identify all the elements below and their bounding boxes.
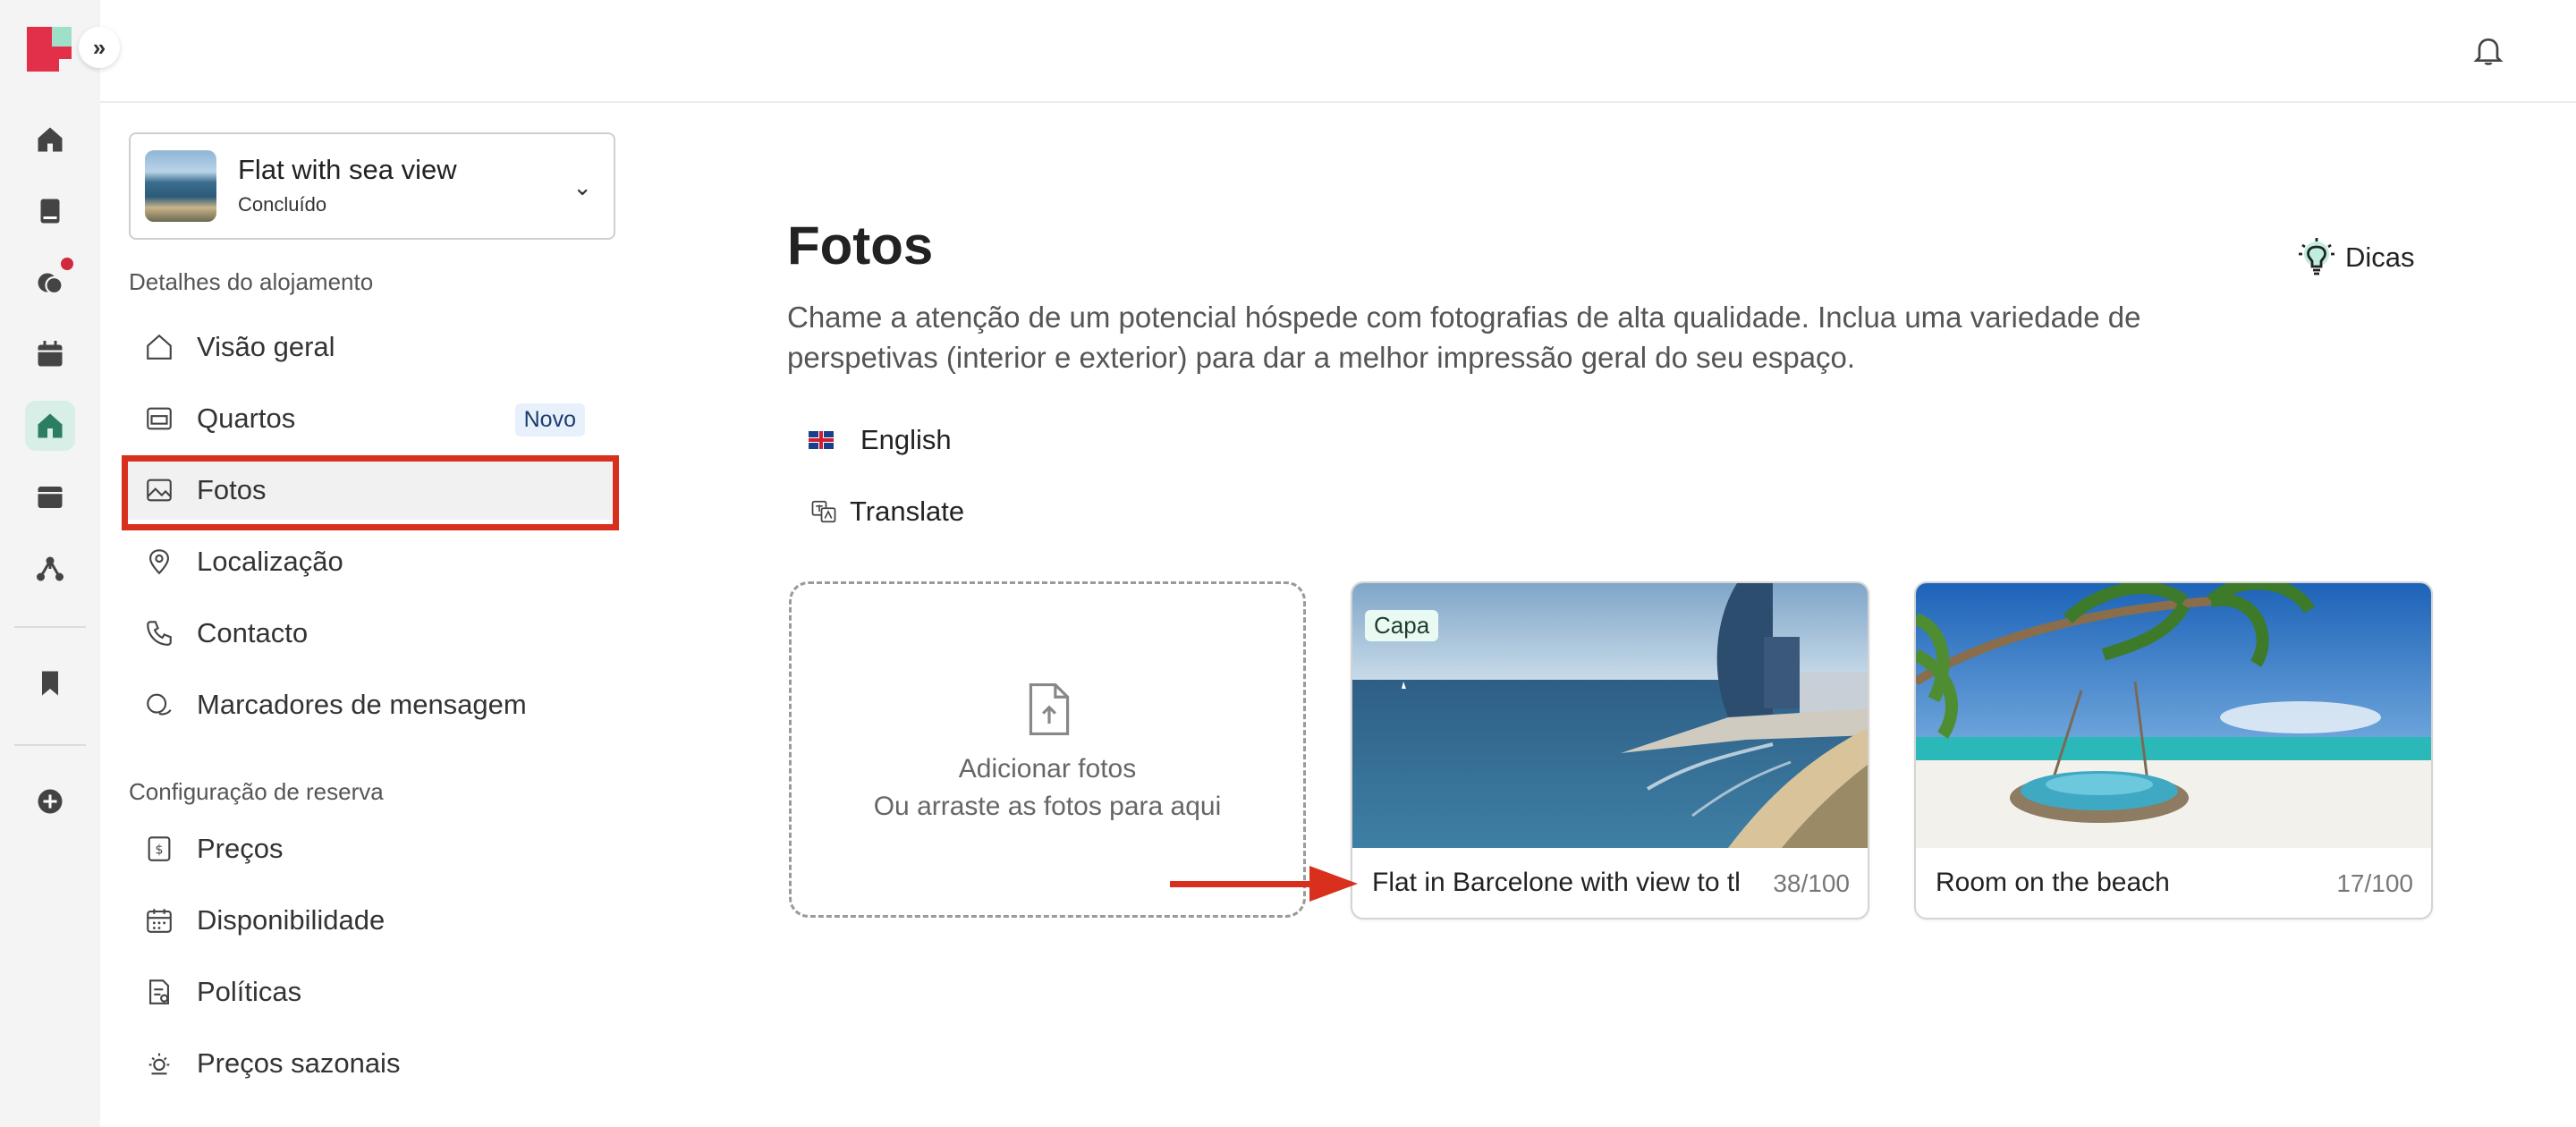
house-icon [143,331,175,363]
photo-card[interactable]: Room on the beach 17/100 [1914,581,2433,919]
upload-subtitle: Ou arraste as fotos para aqui [873,792,1222,821]
browser-window-icon[interactable] [25,472,75,522]
sidebar-item-label: Políticas [197,976,302,1007]
photo-caption[interactable]: Flat in Barcelone with view to the sea [1372,868,1739,898]
property-icon[interactable] [25,401,75,451]
policy-document-icon [143,976,175,1008]
property-selector[interactable]: Flat with sea view Concluído ⌄ [129,132,615,240]
bookmark-icon[interactable] [25,658,75,708]
bell-icon[interactable] [2470,32,2506,68]
sidebar-item-label: Marcadores de mensagem [197,689,527,720]
sidebar-item-label: Localização [197,546,343,577]
sun-icon [143,1047,175,1080]
sidebar-item-availability[interactable]: Disponibilidade [143,891,599,950]
property-thumbnail [145,150,216,222]
svg-text:$: $ [155,843,163,858]
rail-divider [14,744,86,746]
annotation-highlight-box [122,455,619,530]
sidebar-item-label: Preços sazonais [197,1047,401,1079]
sidebar-item-label: Preços [197,833,284,864]
sidebar-item-message-markers[interactable]: Marcadores de mensagem [143,675,599,734]
chat-bubbles-icon [143,689,175,721]
photo-image-beach-room [1916,583,2431,848]
translate-button[interactable]: Translate [810,496,964,528]
calendar-icon [143,904,175,936]
translate-icon [811,500,836,523]
caption-char-count: 17/100 [2336,869,2413,897]
network-icon[interactable] [25,544,75,594]
notification-dot [61,258,73,270]
sidebar-item-contact[interactable]: Contacto [143,604,599,663]
lightbulb-icon [2299,238,2334,275]
language-selector[interactable]: English [809,424,952,456]
sidebar-item-label: Quartos [197,402,296,434]
rail-divider [14,626,86,628]
app-logo[interactable] [27,27,72,72]
top-bar [100,0,2576,103]
tips-button[interactable]: Dicas [2295,234,2415,281]
upload-title: Adicionar fotos [958,754,1137,784]
uk-flag-icon [809,431,834,449]
caption-char-count: 38/100 [1773,869,1850,897]
chevron-down-icon: ⌄ [572,174,592,200]
map-pin-icon [143,546,175,578]
sidebar-item-seasonal-prices[interactable]: Preços sazonais [143,1034,599,1093]
section-heading-accommodation: Detalhes do alojamento [129,268,374,295]
icon-rail [0,0,100,1127]
sidebar-item-prices[interactable]: $ Preços [143,819,599,878]
translate-label: Translate [850,496,965,527]
calendar-icon[interactable] [25,329,75,379]
tips-label: Dicas [2345,242,2415,273]
add-circle-icon[interactable] [25,776,75,826]
photo-caption[interactable]: Room on the beach [1936,868,2302,898]
sidebar-item-rooms[interactable]: Quartos Novo [143,389,599,448]
property-name: Flat with sea view [238,154,457,185]
price-tag-icon: $ [143,833,175,865]
sidebar-item-location[interactable]: Localização [143,532,599,591]
sidebar-item-overview[interactable]: Visão geral [143,318,599,377]
page-title: Fotos [787,216,934,275]
section-heading-booking: Configuração de reserva [129,778,384,805]
phone-icon [143,617,175,649]
sidebar-item-label: Visão geral [197,331,335,362]
page-description: Chame a atenção de um potencial hóspede … [787,301,2141,374]
sidebar-item-label: Contacto [197,617,309,648]
language-label: English [860,424,952,455]
property-status: Concluído [238,193,327,216]
cover-badge: Capa [1365,610,1439,641]
sidebar-item-label: Disponibilidade [197,904,386,936]
home-icon[interactable] [25,114,75,165]
bed-icon [143,402,175,435]
book-icon[interactable] [25,186,75,236]
new-badge: Novo [514,403,585,436]
annotation-arrow [1170,866,1358,902]
file-upload-icon [1029,682,1070,736]
sidebar-item-policies[interactable]: Políticas [143,962,599,1021]
photo-card[interactable]: Capa Flat in Barcelone with view to the … [1351,581,1869,919]
